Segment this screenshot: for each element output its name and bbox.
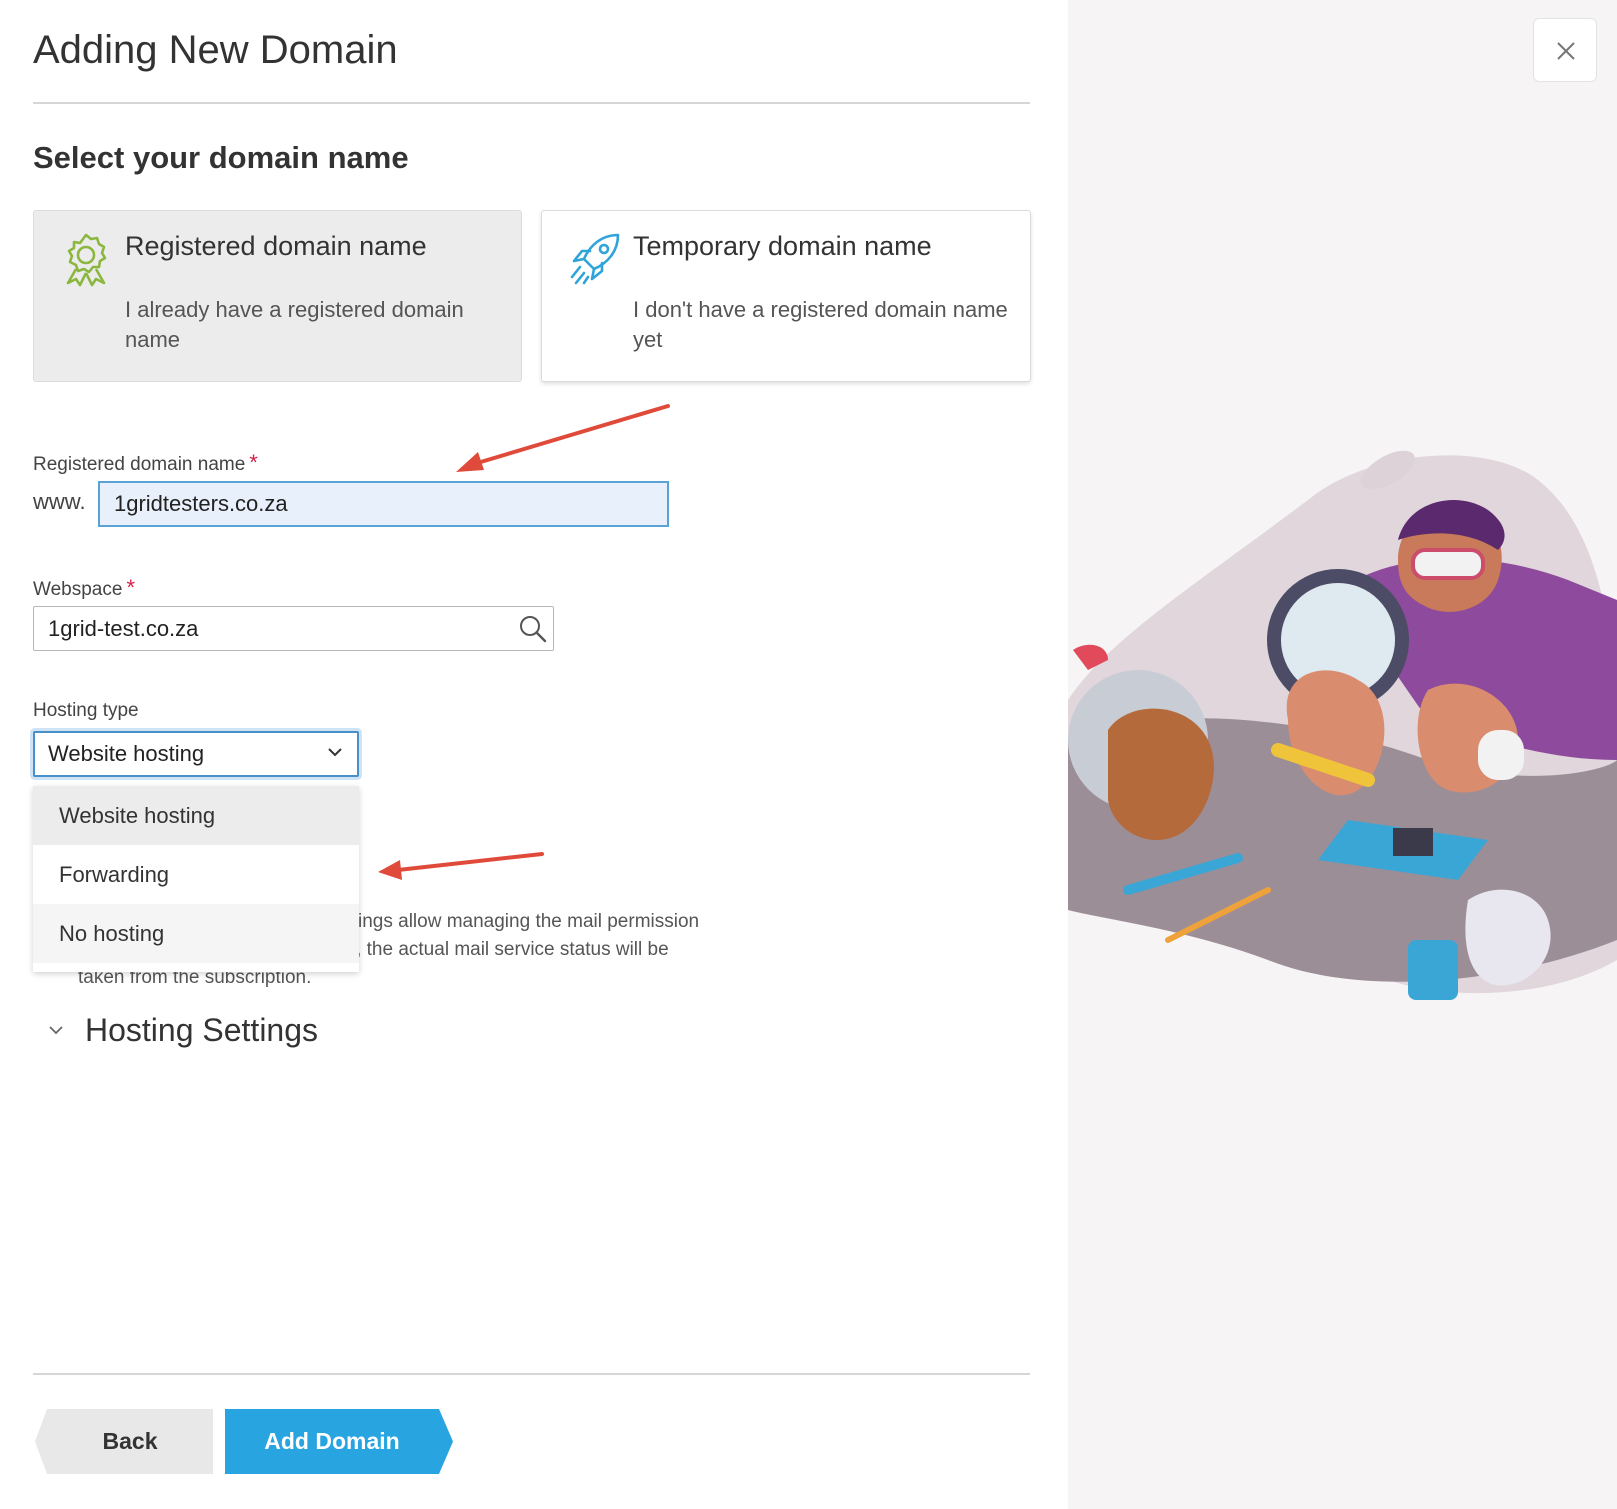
hosting-type-label: Hosting type [33,700,139,721]
chevron-down-icon[interactable] [48,1022,64,1038]
dialog-main-panel: Adding New Domain Select your domain nam… [0,0,1068,1509]
temporary-card-description: I don't have a registered domain name ye… [633,297,1008,352]
registered-domain-card[interactable]: Registered domain name I already have a … [33,210,522,382]
annotation-arrow [378,852,544,880]
hosting-type-dropdown: Website hosting Forwarding No hosting [33,786,359,972]
required-mark: * [249,450,258,475]
add-domain-button[interactable]: Add Domain [225,1409,453,1474]
search-icon[interactable] [518,614,548,644]
back-button[interactable]: Back [35,1409,213,1474]
divider-top [33,102,1030,104]
award-badge-icon [66,233,107,287]
webspace-label: Webspace * [33,575,135,601]
section-title: Select your domain name [33,140,409,175]
chevron-down-icon[interactable] [326,743,344,761]
rocket-icon [570,233,620,285]
webspace-label-text: Webspace [33,579,123,600]
dropdown-option-forwarding[interactable]: Forwarding [33,845,359,904]
webspace-input[interactable]: 1grid-test.co.za [33,606,554,651]
divider-bottom [33,1373,1030,1375]
registered-card-title: Registered domain name [125,231,427,261]
close-button[interactable] [1533,18,1597,82]
close-icon [1557,42,1575,60]
temporary-domain-card[interactable]: Temporary domain name I don't have a reg… [541,210,1031,382]
required-mark: * [126,575,135,600]
annotation-arrow [456,404,670,472]
domain-name-input[interactable]: 1gridtesters.co.za [98,481,669,527]
registered-card-description: I already have a registered domain name [125,297,464,352]
hosting-settings-toggle[interactable]: Hosting Settings [85,1012,318,1049]
domain-name-label-text: Registered domain name [33,454,246,475]
temporary-card-title: Temporary domain name [633,231,932,261]
dropdown-option-website-hosting[interactable]: Website hosting [33,786,359,845]
scientist-illustration [1068,450,1617,1000]
dropdown-option-no-hosting[interactable]: No hosting [33,904,359,963]
page-title: Adding New Domain [33,28,398,72]
www-prefix: www. [33,489,86,514]
hosting-type-select[interactable]: Website hosting [33,731,359,777]
domain-name-label: Registered domain name * [33,450,258,476]
